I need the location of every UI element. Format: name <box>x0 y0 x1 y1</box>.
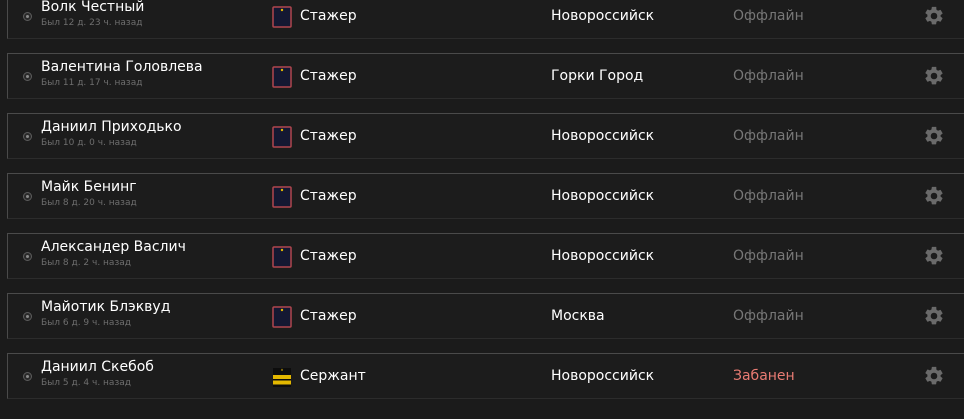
trainee-badge-icon <box>272 66 292 88</box>
settings-gear-icon[interactable] <box>923 185 945 207</box>
member-name: Валентина Головлева <box>41 59 203 75</box>
offline-status-dot-icon <box>23 252 32 261</box>
settings-gear-icon[interactable] <box>923 305 945 327</box>
member-city: Горки Город <box>551 68 644 84</box>
member-status: Оффлайн <box>733 128 804 144</box>
settings-gear-icon[interactable] <box>923 5 945 27</box>
member-city: Новороссийск <box>551 128 655 144</box>
member-rank: Стажер <box>300 8 357 24</box>
member-list: Волк Честный Был 12 д. 23 ч. назад Стаже… <box>0 0 964 419</box>
offline-status-dot-icon <box>23 132 32 141</box>
member-name: Волк Честный <box>41 0 145 15</box>
member-status: Оффлайн <box>733 8 804 24</box>
trainee-badge-icon <box>272 186 292 208</box>
member-status: Забанен <box>733 368 795 384</box>
offline-status-dot-icon <box>23 372 32 381</box>
member-status: Оффлайн <box>733 188 804 204</box>
trainee-badge-icon <box>272 246 292 268</box>
member-last-seen: Был 10 д. 0 ч. назад <box>41 138 137 148</box>
member-row[interactable]: Майотик Блэквуд Был 6 д. 9 ч. назад Стаж… <box>7 293 964 339</box>
member-status: Оффлайн <box>733 248 804 264</box>
trainee-badge-icon <box>272 6 292 28</box>
offline-status-dot-icon <box>23 12 32 21</box>
member-city: Новороссийск <box>551 248 655 264</box>
member-rank: Стажер <box>300 308 357 324</box>
member-row[interactable]: Валентина Головлева Был 11 д. 17 ч. наза… <box>7 53 964 99</box>
member-rank: Стажер <box>300 128 357 144</box>
member-row[interactable]: Майк Бенинг Был 8 д. 20 ч. назад Стажер … <box>7 173 964 219</box>
member-rank: Стажер <box>300 248 357 264</box>
member-row[interactable]: Даниил Приходько Был 10 д. 0 ч. назад Ст… <box>7 113 964 159</box>
settings-gear-icon[interactable] <box>923 365 945 387</box>
member-row[interactable]: Даниил Скебоб Был 5 д. 4 ч. назад Сержан… <box>7 353 964 399</box>
member-name: Александер Васлич <box>41 239 186 255</box>
member-status: Оффлайн <box>733 68 804 84</box>
member-name: Даниил Скебоб <box>41 359 154 375</box>
member-row[interactable]: Волк Честный Был 12 д. 23 ч. назад Стаже… <box>7 0 964 39</box>
member-rank: Стажер <box>300 68 357 84</box>
member-row[interactable]: Александер Васлич Был 8 д. 2 ч. назад Ст… <box>7 233 964 279</box>
member-rank: Стажер <box>300 188 357 204</box>
member-rank: Сержант <box>300 368 366 384</box>
trainee-badge-icon <box>272 126 292 148</box>
offline-status-dot-icon <box>23 312 32 321</box>
sergeant-badge-icon <box>272 366 292 388</box>
member-last-seen: Был 5 д. 4 ч. назад <box>41 378 131 388</box>
trainee-badge-icon <box>272 306 292 328</box>
member-name: Майк Бенинг <box>41 179 137 195</box>
offline-status-dot-icon <box>23 192 32 201</box>
member-last-seen: Был 8 д. 2 ч. назад <box>41 258 131 268</box>
member-city: Новороссийск <box>551 188 655 204</box>
member-last-seen: Был 6 д. 9 ч. назад <box>41 318 131 328</box>
member-city: Новороссийск <box>551 8 655 24</box>
offline-status-dot-icon <box>23 72 32 81</box>
member-city: Новороссийск <box>551 368 655 384</box>
settings-gear-icon[interactable] <box>923 125 945 147</box>
member-name: Даниил Приходько <box>41 119 182 135</box>
member-status: Оффлайн <box>733 308 804 324</box>
member-last-seen: Был 11 д. 17 ч. назад <box>41 78 143 88</box>
member-name: Майотик Блэквуд <box>41 299 171 315</box>
member-city: Москва <box>551 308 605 324</box>
settings-gear-icon[interactable] <box>923 245 945 267</box>
member-last-seen: Был 12 д. 23 ч. назад <box>41 18 143 28</box>
settings-gear-icon[interactable] <box>923 65 945 87</box>
member-last-seen: Был 8 д. 20 ч. назад <box>41 198 137 208</box>
